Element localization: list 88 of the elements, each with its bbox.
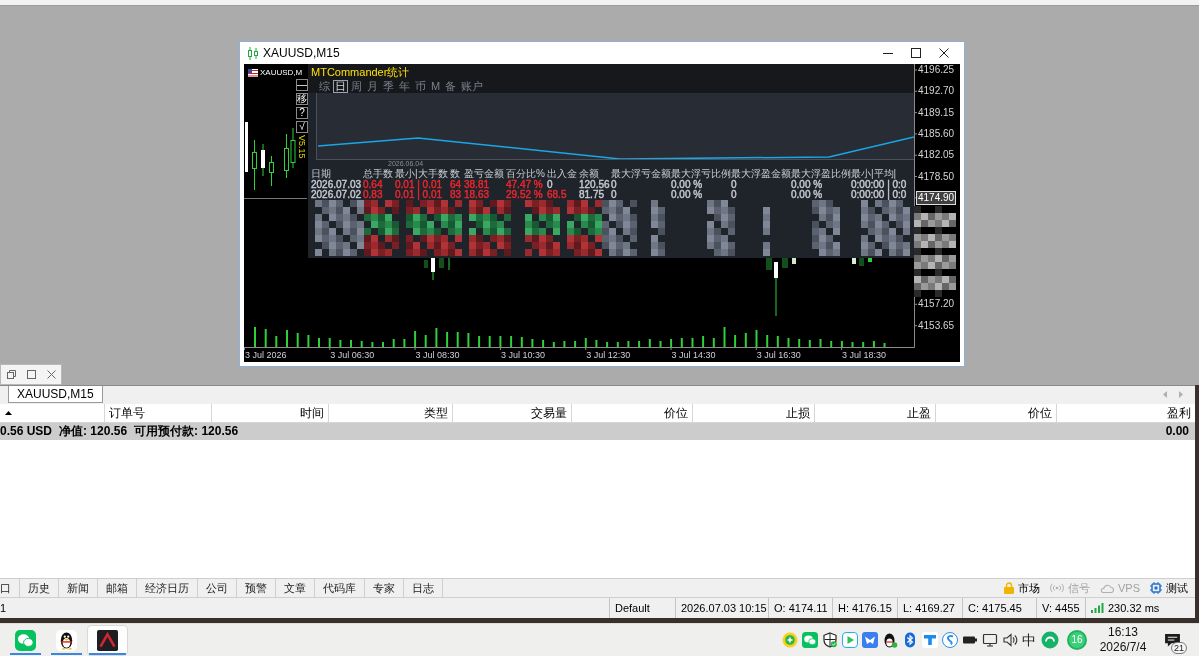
shield-check-icon[interactable]	[822, 632, 838, 648]
status-text: H: 4176.15	[838, 601, 892, 615]
cloud-icon	[1100, 583, 1114, 593]
clock-date[interactable]: 2026/7/4	[1099, 640, 1147, 655]
stats-tab[interactable]: 备	[443, 80, 459, 93]
column-header[interactable]: 交易量	[452, 404, 571, 422]
stats-tab[interactable]: M	[429, 80, 443, 93]
status-text: C: 4175.45	[968, 601, 1022, 615]
status-text: L: 4169.27	[903, 601, 955, 615]
column-header[interactable]: 价位	[571, 404, 692, 422]
balance-text: 0.56 USD	[0, 424, 53, 439]
price-label: 4196.25	[918, 64, 955, 76]
clock-time[interactable]: 16:13	[1108, 625, 1138, 640]
column-header[interactable]: 止损	[692, 404, 814, 422]
status-text: V: 4455	[1042, 601, 1080, 615]
penguin-icon[interactable]	[882, 632, 898, 648]
penguin-icon	[56, 629, 77, 651]
stats-tab[interactable]: 日	[333, 80, 348, 93]
panel-button[interactable]: ?	[296, 107, 308, 119]
price-label: 4153.65	[918, 319, 955, 332]
time-label: 3 Jul 10:30	[500, 350, 545, 361]
time-label: 3 Jul 06:30	[330, 350, 375, 361]
tile-icon[interactable]	[922, 632, 938, 648]
ping-text: 230.32 ms	[1108, 601, 1160, 615]
column-header[interactable]: 类型	[328, 404, 452, 422]
time-label: 3 Jul 18:30	[842, 350, 887, 361]
status-text: 2026.07.03 10:15	[681, 601, 767, 615]
price-label: 4182.05	[918, 149, 955, 162]
panel-button[interactable]: 移	[296, 93, 308, 105]
circle-logo-icon[interactable]	[1041, 631, 1059, 649]
chat-bubbles-icon	[15, 629, 36, 651]
free-margin-text: 可用预付款: 120.56	[134, 424, 239, 439]
total-profit-text: 0.00	[1165, 424, 1190, 439]
chart-tab[interactable]: XAUUSD,M15	[8, 386, 103, 403]
column-header[interactable]: 盈利	[1056, 404, 1195, 422]
time-label: 3 Jul 16:30	[756, 350, 801, 361]
stats-tab[interactable]: 账户	[459, 80, 486, 93]
stats-tab[interactable]: 月	[365, 80, 380, 93]
price-label: 4157.20	[918, 298, 955, 311]
time-label: 3 Jul 2026	[245, 350, 287, 361]
price-label: 4189.15	[918, 106, 955, 119]
price-label: 4178.50	[918, 170, 955, 183]
candlestick-icon	[248, 46, 258, 60]
sort-arrow-icon[interactable]	[5, 411, 12, 415]
notification-icon[interactable]	[1164, 633, 1180, 647]
market-button[interactable]: 市场	[1018, 581, 1040, 595]
maximize-icon	[911, 48, 921, 58]
stats-tab[interactable]: 综	[317, 80, 332, 93]
time-label: 3 Jul 12:30	[586, 350, 631, 361]
column-header[interactable]: 止盈	[814, 404, 935, 422]
chevron-logo-icon	[97, 629, 118, 651]
time-label: 3 Jul 08:30	[415, 350, 460, 361]
status-text: 1	[0, 601, 7, 615]
stats-tab[interactable]: 币	[413, 80, 428, 93]
input-method-indicator[interactable]: 中	[1022, 632, 1036, 648]
column-header[interactable]: 订单号	[104, 404, 211, 422]
speaker-icon[interactable]	[1002, 632, 1018, 648]
current-price-label: 4174.90	[916, 190, 957, 205]
bird-icon[interactable]	[862, 632, 878, 648]
flag-icon	[248, 69, 258, 77]
close-icon	[46, 370, 56, 379]
stats-tab[interactable]: 季	[381, 80, 396, 93]
window-title: XAUUSD,M15	[263, 45, 340, 61]
signal-waves-icon	[1050, 583, 1064, 593]
taskbar-button[interactable]	[87, 624, 128, 656]
panel-button[interactable]: —	[296, 79, 308, 91]
restore-button[interactable]	[4, 367, 18, 382]
chip-icon	[1150, 582, 1162, 594]
panel-title: MTCommander统计	[311, 65, 410, 79]
status-text: Default	[615, 601, 650, 615]
price-label: 4192.70	[918, 85, 955, 98]
lock-icon	[1004, 582, 1014, 594]
signal-bars-icon	[1091, 603, 1104, 613]
monitor-icon[interactable]	[982, 632, 998, 648]
maximize-icon	[26, 370, 36, 379]
close-icon	[939, 48, 949, 58]
column-header[interactable]: 时间	[211, 404, 328, 422]
restore-icon	[6, 370, 16, 379]
time-label: 3 Jul 14:30	[671, 350, 716, 361]
symbol-label: XAUUSD,M	[260, 68, 303, 78]
tester-button[interactable]: 测试	[1166, 581, 1188, 595]
stats-tab[interactable]: 周	[349, 80, 364, 93]
status-text: O: 4174.11	[774, 601, 828, 615]
bluetooth-icon[interactable]	[902, 632, 918, 648]
equity-text: 净值: 120.56	[59, 424, 128, 439]
stats-tab[interactable]: 年	[397, 80, 412, 93]
column-header[interactable]: 价位	[935, 404, 1056, 422]
price-label: 4185.60	[918, 127, 955, 140]
